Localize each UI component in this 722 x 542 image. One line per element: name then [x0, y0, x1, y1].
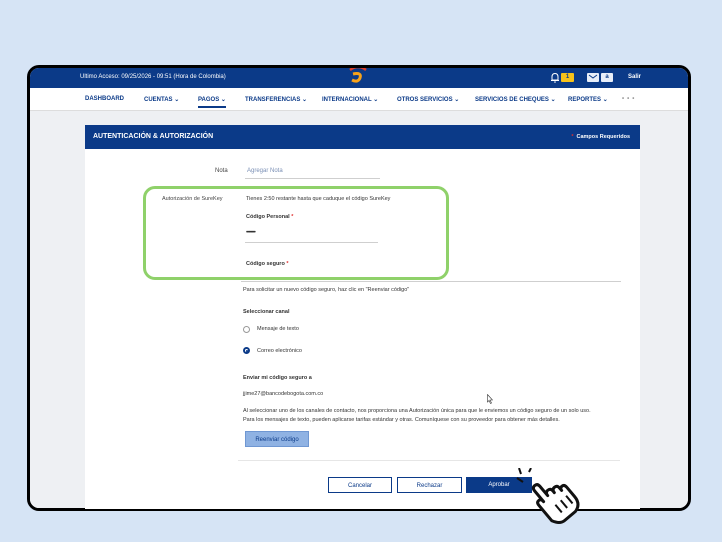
required-note: * Campos Requeridos: [571, 134, 630, 140]
nav-item-servicios-cheques[interactable]: SERVICIOS DE CHEQUES ⌄: [475, 96, 556, 103]
notification-badge[interactable]: 1: [561, 73, 574, 82]
mouse-cursor-icon: [487, 394, 493, 404]
nav-label: PAGOS: [198, 97, 220, 103]
chevron-down-icon: ⌄: [373, 97, 379, 103]
send-to-label: Enviar mi código seguro a: [243, 375, 312, 381]
radio-sms[interactable]: [243, 326, 250, 333]
secure-code-underline[interactable]: [241, 281, 621, 282]
chevron-down-icon: ⌄: [220, 97, 226, 103]
required-label: Campos Requeridos: [576, 134, 630, 140]
nav-item-reportes[interactable]: REPORTES ⌄: [568, 96, 608, 103]
chevron-down-icon: ⌄: [454, 97, 460, 103]
nav-item-dashboard[interactable]: DASHBOARD: [85, 96, 124, 102]
auth-card: AUTENTICACIÓN & AUTORIZACIÓN * Campos Re…: [85, 125, 640, 509]
radio-sms-label[interactable]: Mensaje de texto: [257, 326, 299, 332]
disclaimer-line-2: Para los mensajes de texto, pueden aplic…: [243, 417, 560, 423]
nav-label: SERVICIOS DE CHEQUES: [475, 97, 549, 103]
nav-label: OTROS SERVICIOS: [397, 97, 453, 103]
nav-label: INTERNACIONAL: [322, 97, 372, 103]
nav-label: REPORTES: [568, 97, 602, 103]
top-bar: Ultimo Acceso: 09/25/2026 - 09:51 (Hora …: [30, 68, 688, 88]
resend-code-button[interactable]: Reenviar código: [245, 431, 309, 447]
bank-logo-icon: [349, 68, 367, 83]
surekey-highlight: [143, 186, 449, 280]
user-button[interactable]: a: [601, 73, 613, 82]
main-nav: DASHBOARD CUENTAS ⌄ PAGOS ⌄ TRANSFERENCI…: [30, 88, 688, 111]
logout-link[interactable]: Salir: [628, 74, 641, 80]
disclaimer-line-1: Al seleccionar uno de los canales de con…: [243, 408, 591, 414]
nav-item-cuentas[interactable]: CUENTAS ⌄: [144, 96, 179, 103]
card-header: AUTENTICACIÓN & AUTORIZACIÓN * Campos Re…: [85, 125, 640, 149]
last-access-text: Ultimo Acceso: 09/25/2026 - 09:51 (Hora …: [80, 74, 226, 80]
required-star: *: [571, 134, 574, 140]
actions-divider: [238, 460, 620, 461]
nav-label: TRANSFERENCIAS: [245, 97, 301, 103]
email-value: jjime27@bancodebogota.com.co: [243, 391, 324, 397]
mail-icon[interactable]: [587, 73, 599, 82]
nav-item-internacional[interactable]: INTERNACIONAL ⌄: [322, 96, 378, 103]
cancel-button[interactable]: Cancelar: [328, 477, 392, 493]
resend-info: Para solicitar un nuevo código seguro, h…: [243, 287, 410, 293]
chevron-down-icon: ⌄: [602, 97, 608, 103]
more-dots-icon[interactable]: •••: [622, 96, 637, 102]
hand-pointer-icon: [516, 468, 580, 524]
chevron-down-icon: ⌄: [174, 97, 180, 103]
chevron-down-icon: ⌄: [302, 97, 308, 103]
channel-label: Seleccionar canal: [243, 309, 290, 315]
card-title: AUTENTICACIÓN & AUTORIZACIÓN: [93, 133, 214, 140]
chevron-down-icon: ⌄: [550, 97, 556, 103]
note-input[interactable]: Agregar Nota: [247, 168, 283, 174]
note-label: Nota: [215, 168, 228, 174]
radio-email-label[interactable]: Correo electrónico: [257, 348, 302, 354]
radio-email[interactable]: [243, 347, 250, 354]
nav-item-otros-servicios[interactable]: OTROS SERVICIOS ⌄: [397, 96, 459, 103]
nav-item-pagos[interactable]: PAGOS ⌄: [198, 96, 226, 108]
nav-label: CUENTAS: [144, 97, 173, 103]
bell-icon[interactable]: [550, 72, 560, 83]
nav-item-transferencias[interactable]: TRANSFERENCIAS ⌄: [245, 96, 307, 103]
reject-button[interactable]: Rechazar: [397, 477, 462, 493]
note-underline: [245, 178, 380, 179]
